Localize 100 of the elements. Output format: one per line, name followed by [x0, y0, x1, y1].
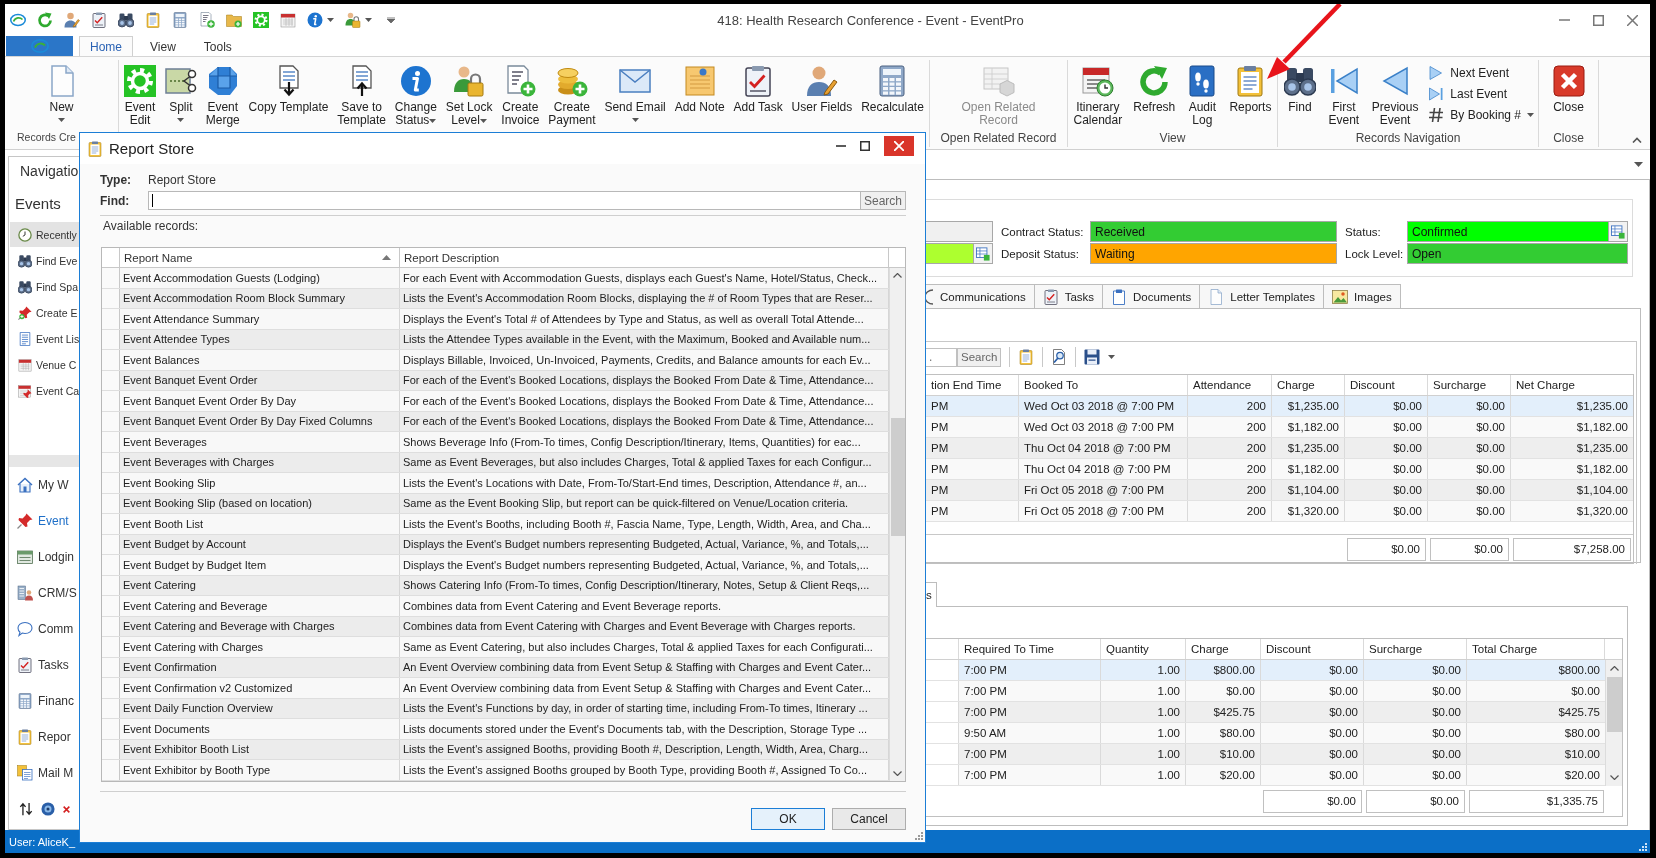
nav-item[interactable]: Event Lis [10, 326, 79, 351]
ribbon-button[interactable]: Reports [1225, 63, 1276, 116]
ribbon-button[interactable]: Next Event [1426, 64, 1536, 82]
tab[interactable]: Letter Templates [1199, 284, 1325, 308]
table-row[interactable]: Event Budget by Account Displays the Event's Budget numbers representing Budgeted, Actual, Variance, %, and Totals,... [102, 534, 889, 555]
dialog-button[interactable]: OK [751, 808, 825, 830]
table-row[interactable]: Event Attendance Summary Displays the Event's Total # of Attendees by Type and Status, as well as overall Total Attende... [102, 309, 889, 330]
table-row[interactable]: 7:00 PM 1.00 $20.00 $0.00 $0.00 $20.00 [926, 765, 1605, 786]
table-row[interactable]: PM Wed Oct 03 2018 @ 7:00 PM 200 $1,182.00 $0.00 $0.00 $1,182.00 [926, 417, 1633, 438]
customize-caret-icon[interactable] [387, 17, 395, 23]
nav-item[interactable]: Venue C [10, 352, 79, 377]
find-field[interactable] [148, 191, 861, 210]
status-field[interactable]: Waiting [1090, 243, 1337, 264]
module-button[interactable]: My W [9, 467, 79, 503]
table-row[interactable]: PM Wed Oct 03 2018 @ 7:00 PM 200 $1,235.00 $0.00 $0.00 $1,235.00 [926, 396, 1633, 417]
table-row[interactable]: 7:00 PM 1.00 $425.75 $0.00 $0.00 $425.75 [926, 702, 1605, 723]
tab[interactable]: s [926, 582, 937, 607]
column-header[interactable]: Report Description [400, 248, 889, 267]
caret-icon[interactable] [327, 18, 334, 22]
column-header[interactable]: Surcharge [1428, 375, 1511, 395]
table-row[interactable]: Event Confirmation v2 Customized An Event Overview combining data from Event Setup & Staffing with Charges and Event Cater... [102, 678, 889, 699]
scroll-thumb[interactable] [890, 418, 905, 536]
ribbon-button[interactable]: Refresh [1129, 63, 1180, 116]
ribbon-button[interactable]: Previous Event [1367, 63, 1423, 129]
ribbon-tab[interactable]: View [139, 36, 187, 56]
column-header[interactable]: Attendance [1188, 375, 1272, 395]
info-icon[interactable] [307, 12, 323, 28]
column-header[interactable]: Required To Time [959, 639, 1101, 659]
module-button[interactable]: Comm [9, 611, 79, 647]
scroll-down-icon[interactable] [893, 771, 902, 776]
table-row[interactable]: 9:50 AM 1.00 $80.00 $0.00 $0.00 $80.00 [926, 723, 1605, 744]
module-button[interactable]: CRM/S [9, 575, 79, 611]
folder-plus-icon[interactable] [226, 12, 242, 28]
caret-icon[interactable] [1108, 355, 1116, 359]
binoculars-icon[interactable] [118, 12, 134, 28]
clipboard-check-icon[interactable] [91, 12, 107, 28]
scroll-down-icon[interactable] [1609, 775, 1619, 780]
ribbon-button[interactable]: Recalculate [857, 63, 928, 116]
module-button[interactable]: Event [9, 503, 79, 539]
scroll-up-icon[interactable] [893, 273, 902, 278]
ribbon-button[interactable]: Close [1548, 63, 1589, 116]
table-row[interactable]: Event Daily Function Overview Lists the Event's Functions by day, in order of starting time, including From-To times, Itinerary ... [102, 698, 889, 719]
ribbon-button[interactable]: Send Email [600, 63, 670, 124]
clipboard-icon[interactable] [1018, 349, 1035, 365]
table-row[interactable]: Event Banquet Event Order By Day For each of the Event's Booked Locations, displays the Booked From Date & Time, Attendance... [102, 391, 889, 412]
table-row[interactable]: 7:00 PM 1.00 $0.00 $0.00 $0.00 $0.00 [926, 681, 1605, 702]
clipboard-icon[interactable] [145, 12, 161, 28]
caret-icon[interactable] [365, 18, 372, 22]
column-header[interactable]: Discount [1345, 375, 1428, 395]
tab[interactable]: Tasks [1033, 284, 1104, 308]
table-row[interactable]: Event Catering and Beverage Combines data from Event Catering and Event Beverage reports. [102, 596, 889, 617]
close-icon[interactable] [1627, 14, 1638, 26]
table-row[interactable]: 7:00 PM 1.00 $10.00 $0.00 $0.00 $10.00 [926, 744, 1605, 765]
module-button[interactable]: Mail M [9, 755, 79, 791]
ribbon-button[interactable]: Copy Template [244, 63, 333, 116]
table-row[interactable]: Event Accommodation Guests (Lodging) For each Event with Accommodation Guests, displays each Guest's Name, Hotel/Status, Check... [102, 268, 889, 289]
close-button[interactable] [884, 136, 914, 156]
ribbon-tab[interactable]: Tools [192, 36, 243, 56]
table-row[interactable]: Event Catering and Beverage with Charges Combines data from Event Catering with Charges and Event Beverage with Charges reports. [102, 616, 889, 637]
scroll-thumb[interactable] [1606, 677, 1622, 732]
dropdown-caret-icon[interactable] [1634, 162, 1643, 167]
status-field[interactable]: Confirmed [1407, 221, 1628, 242]
table-row[interactable]: Event Exhibitor Booth List Lists the Event's assigned Booths, providing Booth #, Description, Length, Width, Area, Charg... [102, 739, 889, 760]
resize-grip-icon[interactable] [914, 831, 923, 840]
column-header[interactable]: Total Charge [1467, 639, 1605, 659]
logo-icon[interactable] [10, 12, 26, 28]
up-down-arrows-icon[interactable] [19, 802, 33, 816]
tab[interactable]: Communications [926, 284, 1035, 308]
ribbon-button[interactable]: Set Lock Level [441, 63, 497, 129]
search-button[interactable]: Search [957, 347, 1002, 367]
collapse-ribbon-icon[interactable] [1632, 137, 1642, 143]
find-icon[interactable] [1051, 349, 1068, 365]
ribbon-button[interactable]: User Fields [787, 63, 857, 116]
person-padlock-icon[interactable] [345, 12, 361, 28]
ribbon-button[interactable]: Find [1279, 63, 1320, 116]
module-button[interactable]: Lodgin [9, 539, 79, 575]
table-row[interactable]: Event Accommodation Room Block Summary Lists the Event's Accommodation Room Blocks, displaying the # of Room Types that are Reser... [102, 288, 889, 309]
module-button[interactable]: Financ [9, 683, 79, 719]
person-pencil-icon[interactable] [64, 12, 80, 28]
column-header[interactable]: Report Name [120, 248, 400, 267]
nav-item[interactable]: Find Eve [10, 248, 79, 273]
save-icon[interactable] [1084, 349, 1101, 365]
ribbon-button[interactable]: Audit Log [1182, 63, 1223, 129]
ribbon-button[interactable]: Split [160, 63, 201, 124]
ribbon-button[interactable]: Add Task [729, 63, 787, 116]
table-row[interactable]: Event Booth List Lists the Event's Booths, including Booth #, Fascia Name, Type, Length, Width, Area, and Cha... [102, 514, 889, 535]
table-row[interactable]: PM Thu Oct 04 2018 @ 7:00 PM 200 $1,182.00 $0.00 $0.00 $1,182.00 [926, 459, 1633, 480]
cross-icon[interactable] [63, 805, 70, 813]
tab[interactable]: Images [1323, 284, 1401, 308]
table-row[interactable]: Event Beverages with Charges Same as Event Beverages, but also includes Charges, Total & applied Taxes for each Configur... [102, 452, 889, 473]
status-field[interactable] [926, 243, 993, 264]
column-header[interactable]: Net Charge [1511, 375, 1633, 395]
column-header[interactable]: Booked To [1019, 375, 1188, 395]
nav-item[interactable]: Create E [10, 300, 79, 325]
module-button[interactable]: Repor [9, 719, 79, 755]
ribbon-button[interactable]: Event Edit [120, 63, 160, 129]
dialog-button[interactable]: Cancel [832, 808, 906, 830]
ribbon-button[interactable]: New [41, 63, 82, 124]
ribbon-button[interactable]: Event Merge [201, 63, 244, 129]
tab[interactable]: Documents [1102, 284, 1201, 308]
